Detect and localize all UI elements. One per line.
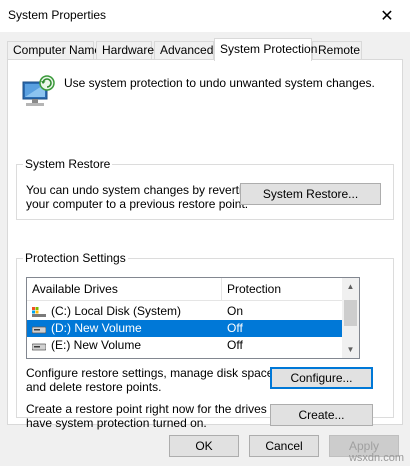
tab-strip: Computer Name Hardware Advanced System P… bbox=[7, 38, 403, 61]
tab-remote[interactable]: Remote bbox=[312, 41, 362, 60]
drive-icon bbox=[32, 326, 46, 334]
drive-row-d[interactable]: (D:) New Volume Off bbox=[27, 320, 343, 337]
system-restore-group-label: System Restore bbox=[23, 157, 113, 171]
configure-description: Configure restore settings, manage disk … bbox=[26, 366, 277, 394]
dialog-client: Computer Name Hardware Advanced System P… bbox=[0, 32, 410, 466]
drives-list-scrollbar[interactable]: ▲ ▼ bbox=[342, 278, 359, 358]
scroll-up-arrow-icon[interactable]: ▲ bbox=[342, 278, 359, 295]
drive-protection: Off bbox=[227, 338, 243, 352]
system-restore-text-line1: You can undo system changes by reverting bbox=[26, 183, 256, 197]
configure-text-line1: Configure restore settings, manage disk … bbox=[26, 366, 277, 380]
drive-name: (D:) New Volume bbox=[51, 321, 142, 335]
drives-list-header: Available Drives Protection bbox=[27, 278, 343, 301]
tab-hardware[interactable]: Hardware bbox=[96, 41, 154, 60]
ok-button[interactable]: OK bbox=[169, 435, 239, 457]
protection-settings-group-label: Protection Settings bbox=[23, 251, 128, 265]
dialog-footer: OK Cancel Apply wsxdn.com bbox=[0, 425, 410, 466]
watermark: wsxdn.com bbox=[348, 452, 404, 464]
system-restore-button[interactable]: System Restore... bbox=[240, 183, 381, 205]
drive-icon bbox=[32, 343, 46, 351]
tab-computer-name[interactable]: Computer Name bbox=[7, 41, 101, 60]
cancel-button[interactable]: Cancel bbox=[249, 435, 319, 457]
drive-row-c[interactable]: (C:) Local Disk (System) On bbox=[27, 303, 343, 320]
system-protection-panel: Use system protection to undo unwanted s… bbox=[7, 59, 403, 430]
create-button[interactable]: Create... bbox=[270, 404, 373, 426]
system-restore-text-line2: your computer to a previous restore poin… bbox=[26, 197, 249, 211]
drives-list[interactable]: Available Drives Protection (C:) Local D… bbox=[26, 277, 360, 359]
system-protection-icon bbox=[22, 75, 55, 106]
scroll-down-arrow-icon[interactable]: ▼ bbox=[342, 341, 359, 358]
drive-protection: Off bbox=[227, 321, 243, 335]
scroll-thumb[interactable] bbox=[344, 300, 357, 326]
intro-text: Use system protection to undo unwanted s… bbox=[64, 76, 375, 90]
drive-name: (C:) Local Disk (System) bbox=[51, 304, 182, 318]
tab-advanced[interactable]: Advanced bbox=[154, 41, 214, 60]
window-title: System Properties bbox=[8, 8, 107, 22]
column-available-drives[interactable]: Available Drives bbox=[27, 278, 222, 301]
column-protection[interactable]: Protection bbox=[222, 278, 343, 301]
drive-protection: On bbox=[227, 304, 244, 318]
configure-button[interactable]: Configure... bbox=[270, 367, 373, 389]
system-drive-icon bbox=[32, 307, 46, 317]
title-bar[interactable]: System Properties ✕ bbox=[0, 0, 410, 32]
system-restore-group: System Restore You can undo system chang… bbox=[16, 157, 394, 220]
create-text-line1: Create a restore point right now for the… bbox=[26, 402, 291, 416]
system-restore-description: You can undo system changes by reverting… bbox=[26, 183, 255, 211]
close-icon[interactable]: ✕ bbox=[364, 0, 410, 31]
tab-system-protection[interactable]: System Protection bbox=[214, 38, 317, 61]
protection-settings-group: Protection Settings Available Drives Pro… bbox=[16, 251, 394, 430]
drive-row-e[interactable]: (E:) New Volume Off bbox=[27, 337, 343, 354]
configure-text-line2: and delete restore points. bbox=[26, 380, 162, 394]
drive-name: (E:) New Volume bbox=[51, 338, 142, 352]
